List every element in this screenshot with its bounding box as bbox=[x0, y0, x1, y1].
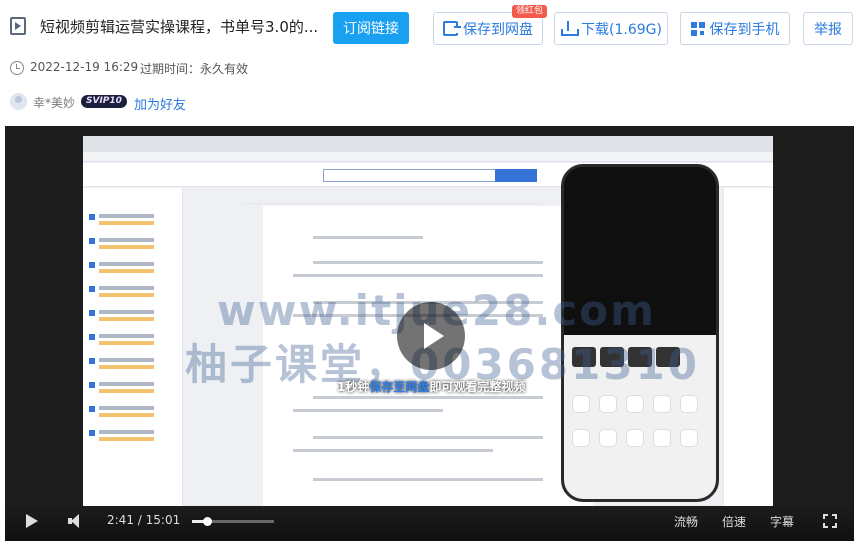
recorded-text-line bbox=[293, 274, 543, 277]
report-button[interactable]: 举报 bbox=[803, 12, 853, 45]
recorded-share-row bbox=[572, 429, 710, 449]
recorded-doc-sidebar bbox=[83, 188, 183, 506]
share-date: 2022-12-19 16:29 bbox=[30, 60, 139, 74]
save-prompt-link[interactable]: 保存至网盘 bbox=[369, 380, 429, 394]
big-play-button[interactable] bbox=[397, 302, 465, 370]
volume-icon[interactable] bbox=[68, 514, 86, 528]
recorded-text-line bbox=[313, 478, 543, 481]
save-prompt-prefix: 1秒钟 bbox=[337, 380, 370, 394]
recorded-search-button bbox=[495, 169, 537, 182]
save-prompt: 1秒钟保存至网盘即可观看完整视频 bbox=[337, 378, 525, 395]
save-to-disk-label: 保存到网盘 bbox=[463, 21, 533, 38]
recorded-right-rail bbox=[723, 188, 773, 506]
save-disk-icon bbox=[443, 21, 461, 36]
username[interactable]: 幸*美妙 bbox=[33, 94, 75, 111]
time-separator: / bbox=[137, 513, 142, 527]
recorded-sidebar-item bbox=[89, 404, 177, 424]
play-icon[interactable] bbox=[25, 514, 39, 528]
save-prompt-suffix: 即可观看完整视频 bbox=[429, 380, 526, 394]
subscribe-link-button[interactable]: 订阅链接 bbox=[333, 12, 409, 44]
qr-code-icon bbox=[690, 21, 705, 36]
expire-label: 过期时间： bbox=[140, 62, 201, 76]
recorded-search-box bbox=[323, 169, 503, 182]
recorded-browser-tabs bbox=[83, 136, 773, 152]
recorded-text-line bbox=[293, 449, 493, 452]
recorded-text-line bbox=[313, 436, 543, 439]
subtitle-button[interactable]: 字幕 bbox=[770, 513, 794, 530]
recorded-sidebar-item bbox=[89, 332, 177, 352]
vip-badge: SVIP10 bbox=[81, 95, 127, 108]
player-controls: 2:41 / 15:01 流畅 倍速 字幕 bbox=[5, 504, 854, 541]
save-to-phone-label: 保存到手机 bbox=[709, 21, 780, 38]
red-packet-badge: 领红包 bbox=[512, 5, 548, 18]
avatar[interactable] bbox=[10, 93, 27, 110]
recorded-sidebar-item bbox=[89, 284, 177, 304]
duration: 15:01 bbox=[145, 513, 181, 527]
video-player[interactable]: www.itjue28.com 柚子课堂，003681310 1秒钟保存至网盘即… bbox=[5, 126, 854, 541]
current-time: 2:41 bbox=[107, 513, 134, 527]
time-display: 2:41 / 15:01 bbox=[107, 513, 180, 527]
save-to-phone-button[interactable]: 保存到手机 bbox=[680, 12, 790, 45]
speed-button[interactable]: 倍速 bbox=[722, 513, 746, 530]
recorded-sidebar-item bbox=[89, 428, 177, 448]
recorded-text-line bbox=[313, 396, 543, 399]
recorded-sidebar-item bbox=[89, 212, 177, 232]
recorded-sidebar-item bbox=[89, 356, 177, 376]
recorded-editor-toolbar bbox=[243, 196, 543, 204]
recorded-sidebar-item bbox=[89, 236, 177, 256]
download-label: 下载(1.69G) bbox=[581, 21, 662, 38]
download-icon bbox=[560, 20, 580, 37]
recorded-sidebar-item bbox=[89, 308, 177, 328]
file-title: 短视频剪辑运营实操课程，书单号3.0的... bbox=[40, 18, 319, 36]
recorded-text-line bbox=[313, 236, 423, 239]
recorded-share-row bbox=[572, 395, 710, 415]
progress-bar[interactable] bbox=[192, 517, 274, 526]
fullscreen-icon[interactable] bbox=[823, 514, 837, 528]
download-button[interactable]: 下载(1.69G) bbox=[554, 12, 668, 45]
video-file-icon bbox=[10, 17, 26, 35]
progress-handle[interactable] bbox=[202, 517, 212, 526]
expire-value: 永久有效 bbox=[200, 62, 249, 76]
quality-button[interactable]: 流畅 bbox=[674, 513, 698, 530]
add-friend-link[interactable]: 加为好友 bbox=[134, 94, 186, 113]
recorded-text-line bbox=[313, 261, 543, 264]
recorded-sidebar-item bbox=[89, 380, 177, 400]
clock-icon bbox=[10, 61, 24, 75]
recorded-text-line bbox=[293, 409, 443, 412]
recorded-sidebar-item bbox=[89, 260, 177, 280]
recorded-browser-toolbar bbox=[83, 152, 773, 162]
